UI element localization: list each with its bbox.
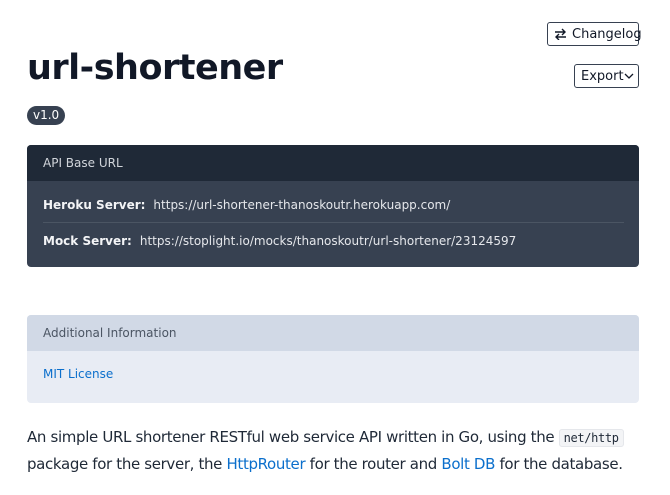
api-base-url-panel: API Base URL Heroku Server: https://url-…: [27, 145, 639, 267]
inline-code: net/http: [558, 429, 624, 447]
additional-information-heading: Additional Information: [27, 315, 639, 351]
description-text: An simple URL shortener RESTful web serv…: [27, 428, 559, 446]
export-dropdown[interactable]: Export: [574, 64, 639, 88]
server-label: Heroku Server:: [43, 197, 146, 212]
server-row-mock: Mock Server: https://stoplight.io/mocks/…: [43, 223, 624, 259]
chevron-down-icon: [624, 73, 634, 80]
api-base-url-heading: API Base URL: [27, 145, 639, 181]
server-row-heroku: Heroku Server: https://url-shortener-tha…: [43, 181, 624, 223]
additional-information-panel: Additional Information MIT License: [27, 315, 639, 403]
version-badge: v1.0: [27, 106, 66, 125]
description-text: package for the server, the: [27, 455, 227, 473]
server-url[interactable]: https://stoplight.io/mocks/thanoskoutr/u…: [140, 234, 516, 248]
swap-arrows-icon: [554, 28, 567, 40]
boltdb-link[interactable]: Bolt DB: [441, 455, 495, 473]
export-label: Export: [581, 68, 624, 84]
changelog-label: Changelog: [572, 26, 642, 42]
httprouter-link[interactable]: HttpRouter: [226, 455, 305, 473]
description-text: for the router and: [305, 455, 442, 473]
changelog-button[interactable]: Changelog: [547, 22, 642, 46]
page-title: url-shortener: [27, 48, 283, 88]
description-text: for the database.: [495, 455, 623, 473]
server-url[interactable]: https://url-shortener-thanoskoutr.heroku…: [153, 198, 450, 212]
license-link[interactable]: MIT License: [27, 367, 639, 381]
server-label: Mock Server:: [43, 234, 132, 248]
api-description: An simple URL shortener RESTful web serv…: [27, 424, 639, 477]
